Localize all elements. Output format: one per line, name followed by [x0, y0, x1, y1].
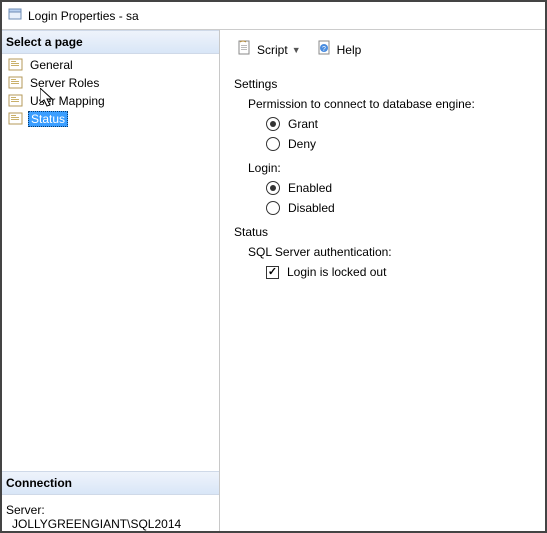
chevron-down-icon[interactable]: ▼ [292, 45, 301, 55]
radio-label: Grant [288, 117, 318, 131]
content-pane: Script ▼ ? Help Settings Permission to c… [220, 30, 545, 531]
sidebar: Select a page General Server Roles User … [2, 30, 220, 531]
window-icon [8, 7, 22, 24]
sidebar-item-label: User Mapping [28, 94, 107, 108]
radio-icon [266, 117, 280, 131]
help-icon: ? [317, 40, 333, 59]
permission-subgroup: Permission to connect to database engine… [248, 97, 535, 151]
page-icon [8, 111, 24, 127]
sidebar-item-status[interactable]: Status [6, 110, 219, 128]
server-label: Server: [6, 503, 215, 517]
permission-label: Permission to connect to database engine… [248, 97, 535, 111]
sidebar-item-label: Status [28, 111, 68, 127]
window-title: Login Properties - sa [28, 9, 139, 23]
help-button[interactable]: ? Help [310, 36, 369, 63]
help-label: Help [337, 43, 362, 57]
locked-out-checkbox[interactable]: Login is locked out [266, 265, 535, 279]
content-toolbar: Script ▼ ? Help [230, 36, 535, 63]
radio-label: Enabled [288, 181, 332, 195]
sidebar-item-general[interactable]: General [6, 56, 219, 74]
titlebar: Login Properties - sa [2, 2, 545, 30]
page-nav-list: General Server Roles User Mapping Status [2, 54, 219, 132]
settings-group-label: Settings [234, 77, 535, 91]
radio-enabled[interactable]: Enabled [266, 181, 535, 195]
page-icon [8, 57, 24, 73]
radio-disabled[interactable]: Disabled [266, 201, 535, 215]
sql-auth-subgroup: SQL Server authentication: Login is lock… [248, 245, 535, 279]
page-icon [8, 93, 24, 109]
sidebar-item-user-mapping[interactable]: User Mapping [6, 92, 219, 110]
radio-icon [266, 201, 280, 215]
status-group-label: Status [234, 225, 535, 239]
server-value: JOLLYGREENGIANT\SQL2014 [6, 517, 215, 531]
svg-text:?: ? [322, 46, 326, 53]
select-page-header: Select a page [2, 30, 219, 54]
connection-block: Server: JOLLYGREENGIANT\SQL2014 [2, 495, 219, 531]
script-button[interactable]: Script ▼ [230, 36, 308, 63]
login-subgroup: Login: Enabled Disabled [248, 161, 535, 215]
radio-label: Deny [288, 137, 316, 151]
sidebar-item-label: Server Roles [28, 76, 101, 90]
page-icon [8, 75, 24, 91]
radio-grant[interactable]: Grant [266, 117, 535, 131]
sql-auth-label: SQL Server authentication: [248, 245, 535, 259]
radio-deny[interactable]: Deny [266, 137, 535, 151]
login-label: Login: [248, 161, 535, 175]
script-label: Script [257, 43, 288, 57]
sidebar-item-server-roles[interactable]: Server Roles [6, 74, 219, 92]
script-icon [237, 40, 253, 59]
connection-header: Connection [2, 471, 219, 495]
radio-label: Disabled [288, 201, 335, 215]
radio-icon [266, 181, 280, 195]
checkbox-icon [266, 266, 279, 279]
checkbox-label: Login is locked out [287, 265, 386, 279]
radio-icon [266, 137, 280, 151]
sidebar-item-label: General [28, 58, 75, 72]
